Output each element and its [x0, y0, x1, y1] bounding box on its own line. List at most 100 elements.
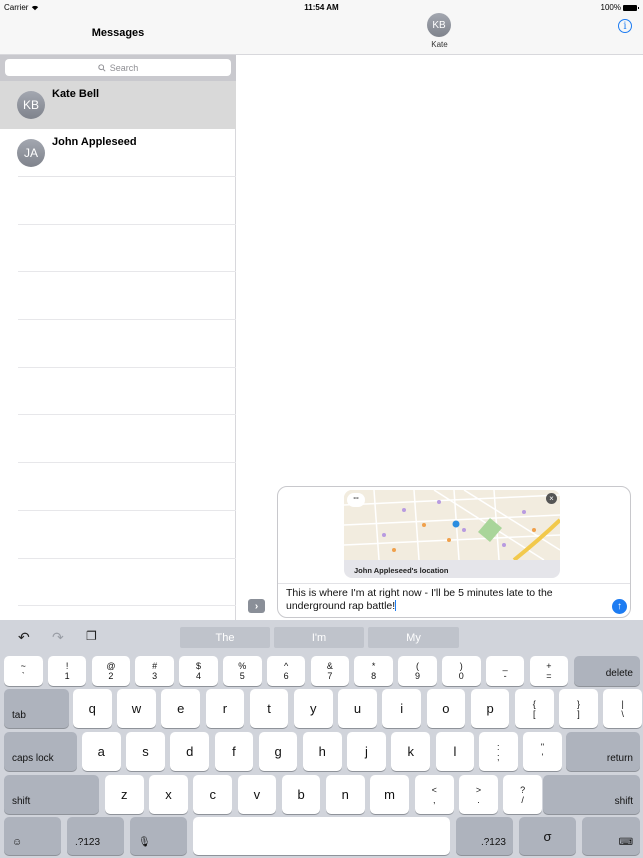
- paste-icon[interactable]: ❐: [86, 629, 97, 643]
- hide-keyboard-key[interactable]: ⌨: [582, 817, 640, 855]
- contact-name: John Appleseed: [52, 136, 137, 148]
- battery: 100%: [600, 3, 639, 12]
- key-c[interactable]: c: [193, 775, 232, 814]
- undo-icon[interactable]: ↶: [18, 629, 30, 646]
- empty-row: [0, 177, 236, 225]
- key-y[interactable]: y: [294, 689, 333, 728]
- key-x[interactable]: x: [149, 775, 188, 814]
- key-a[interactable]: a: [82, 732, 121, 771]
- composer-divider: [278, 583, 630, 584]
- contact-avatar[interactable]: KB: [427, 13, 451, 37]
- key-symbol: [: [533, 708, 536, 719]
- key-8[interactable]: * 8: [354, 656, 393, 686]
- key-o[interactable]: o: [426, 689, 466, 728]
- key-e[interactable]: e: [161, 689, 200, 728]
- search-input[interactable]: Search: [5, 59, 231, 76]
- key-sym[interactable]: ? /: [503, 775, 542, 814]
- app-icon: °°: [347, 493, 365, 507]
- map-preview: °° ×: [344, 490, 560, 560]
- numbers-key-left[interactable]: .?123: [67, 817, 124, 855]
- clock: 11:54 AM: [304, 3, 339, 12]
- remove-attachment-button[interactable]: ×: [546, 493, 557, 504]
- key-sym[interactable]: :;: [479, 732, 518, 771]
- key-d[interactable]: d: [170, 732, 209, 771]
- key-3[interactable]: #3: [135, 656, 174, 686]
- key-sym[interactable]: " ': [523, 732, 562, 771]
- key-5[interactable]: % 5: [223, 656, 262, 686]
- key-w[interactable]: w: [117, 689, 156, 728]
- key-shift-symbol: |: [621, 698, 624, 709]
- suggestion-2[interactable]: I'm: [274, 627, 364, 648]
- key-symbol: 2: [108, 671, 114, 681]
- key-2[interactable]: @2: [91, 656, 131, 686]
- key-s[interactable]: s: [126, 732, 165, 771]
- key-j[interactable]: j: [347, 732, 386, 771]
- delete-key[interactable]: delete: [574, 656, 640, 686]
- key-7[interactable]: & 7: [310, 656, 350, 686]
- conversation-item[interactable]: KB Kate Bell: [0, 81, 236, 129]
- key-sym[interactable]: | \: [603, 689, 642, 728]
- key-r[interactable]: r: [205, 689, 245, 728]
- key-h[interactable]: h: [303, 732, 342, 771]
- key-shift-symbol: ~: [20, 661, 26, 671]
- shift-key-left[interactable]: shift: [4, 775, 99, 814]
- key-g[interactable]: g: [258, 732, 298, 771]
- key-p[interactable]: p: [470, 689, 510, 728]
- key-v[interactable]: v: [237, 775, 277, 814]
- key-shift-symbol: +: [546, 661, 552, 671]
- suggestion-1[interactable]: The: [180, 627, 270, 648]
- key-1[interactable]: ! 1: [47, 656, 87, 686]
- dictation-key[interactable]: 🎙: [130, 817, 187, 855]
- key-shift-symbol: !: [65, 661, 69, 671]
- key-sym[interactable]: <,: [415, 775, 454, 814]
- key-0[interactable]: ~ `: [4, 656, 43, 686]
- key-symbol: ': [541, 751, 544, 762]
- key-shift-symbol: @: [106, 661, 116, 671]
- info-icon[interactable]: i: [618, 19, 632, 33]
- key-12[interactable]: + =: [529, 656, 569, 686]
- key-u[interactable]: u: [338, 689, 377, 728]
- tab-key[interactable]: tab: [4, 689, 69, 728]
- redo-icon[interactable]: ↷: [52, 629, 64, 646]
- key-11[interactable]: _ -: [485, 656, 525, 686]
- message-composer[interactable]: °° × John Appleseed's location This is w…: [277, 486, 631, 618]
- key-m[interactable]: m: [370, 775, 409, 814]
- key-b[interactable]: b: [281, 775, 321, 814]
- key-n[interactable]: n: [326, 775, 365, 814]
- key-4[interactable]: $4: [179, 656, 218, 686]
- key-symbol: 1: [64, 671, 70, 681]
- key-9[interactable]: (9: [398, 656, 437, 686]
- key-f[interactable]: f: [214, 732, 254, 771]
- search-placeholder: Search: [109, 62, 139, 73]
- conversation-item[interactable]: JA John Appleseed: [0, 129, 236, 177]
- key-q[interactable]: q: [73, 689, 112, 728]
- key-6[interactable]: ^ 6: [266, 656, 306, 686]
- key-z[interactable]: z: [105, 775, 144, 814]
- send-button[interactable]: ↑: [612, 599, 627, 614]
- conversation-list-pane: Messages Search KB Kate Bell JA John App…: [0, 0, 236, 620]
- empty-row: [0, 415, 236, 464]
- contact-name[interactable]: Kate: [236, 40, 643, 49]
- key-10[interactable]: ) 0: [442, 656, 481, 686]
- space-key[interactable]: [193, 817, 450, 855]
- battery-percent: 100%: [600, 3, 621, 12]
- message-input[interactable]: This is where I'm at right now - I'll be…: [286, 587, 596, 612]
- handwriting-key[interactable]: σ: [519, 817, 576, 855]
- key-shift-symbol: ): [459, 661, 463, 671]
- suggestion-3[interactable]: My: [368, 627, 459, 648]
- empty-row: [0, 320, 236, 368]
- key-i[interactable]: i: [382, 689, 421, 728]
- expand-apps-button[interactable]: ›: [248, 599, 265, 613]
- return-key[interactable]: return: [566, 732, 640, 771]
- numbers-key-right[interactable]: .?123: [456, 817, 513, 855]
- key-k[interactable]: k: [391, 732, 430, 771]
- key-sym[interactable]: >.: [459, 775, 498, 814]
- location-attachment[interactable]: °° × John Appleseed's location: [344, 490, 560, 578]
- caps-lock-key[interactable]: caps lock: [4, 732, 77, 771]
- key-l[interactable]: l: [435, 732, 475, 771]
- key-sym[interactable]: {[: [515, 689, 554, 728]
- key-t[interactable]: t: [249, 689, 289, 728]
- shift-key-right[interactable]: shift: [543, 775, 640, 814]
- key-sym[interactable]: }]: [559, 689, 598, 728]
- emoji-key[interactable]: ☺: [4, 817, 61, 855]
